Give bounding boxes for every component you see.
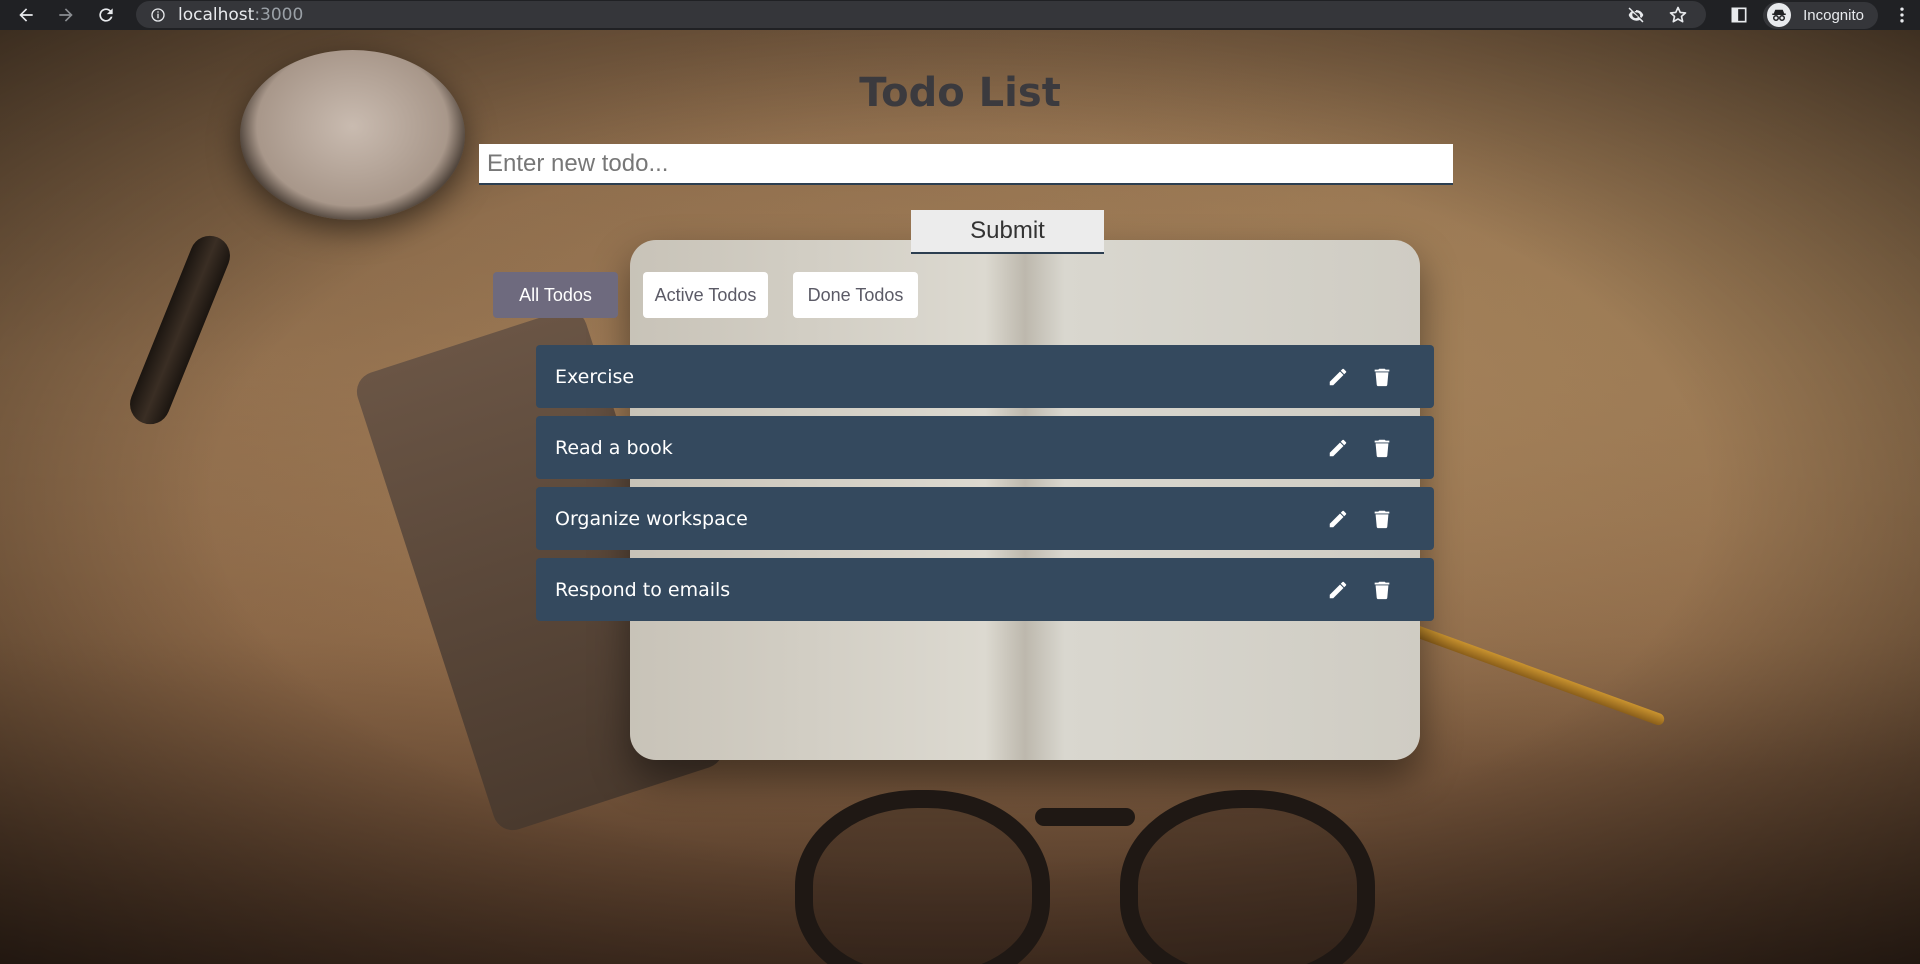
trash-icon [1374,439,1390,457]
todo-actions [1326,507,1394,531]
todo-text: Read a book [555,436,673,459]
edit-button[interactable] [1326,507,1350,531]
pencil-icon [1329,439,1347,456]
menu-dots-icon[interactable] [1892,5,1912,25]
arrow-left-icon [19,8,33,22]
edit-button[interactable] [1326,578,1350,602]
todo-text: Exercise [555,365,635,388]
filter-done-todos[interactable]: Done Todos [793,272,918,318]
star-icon[interactable] [1668,5,1688,25]
edit-button[interactable] [1326,365,1350,389]
url-host: localhost [178,4,255,25]
todo-actions [1326,365,1394,389]
pencil-icon [1329,368,1347,385]
reload-button[interactable] [92,1,120,29]
side-panel-icon[interactable] [1729,5,1749,25]
filter-all-todos[interactable]: All Todos [493,272,618,318]
pencil-icon [1329,510,1347,527]
arrow-right-icon [59,8,73,22]
filter-active-todos[interactable]: Active Todos [643,272,768,318]
todo-item[interactable]: Exercise [536,345,1434,408]
delete-button[interactable] [1370,507,1394,531]
info-icon [151,7,165,22]
browser-toolbar: localhost:3000 Incognito [0,0,1920,30]
back-button[interactable] [12,1,40,29]
edit-button[interactable] [1326,436,1350,460]
todo-item[interactable]: Respond to emails [536,558,1434,621]
pencil-icon [1329,581,1347,598]
profile-label: Incognito [1803,6,1864,24]
todo-item[interactable]: Read a book [536,416,1434,479]
delete-button[interactable] [1370,436,1394,460]
trash-icon [1374,581,1390,599]
delete-button[interactable] [1370,365,1394,389]
todo-list: Exercise Read a book Organize workspace … [536,345,1434,629]
reload-icon [99,8,113,22]
todo-item[interactable]: Organize workspace [536,487,1434,550]
forward-button[interactable] [52,1,80,29]
submit-button[interactable]: Submit [911,210,1104,254]
trash-icon [1374,368,1390,386]
todo-text: Respond to emails [555,578,731,601]
address-bar[interactable]: localhost:3000 [136,1,1706,28]
incognito-profile[interactable]: Incognito [1763,1,1878,29]
trash-icon [1374,510,1390,528]
todo-text: Organize workspace [555,507,748,530]
incognito-icon [1767,3,1792,27]
delete-button[interactable] [1370,578,1394,602]
url-port: :3000 [254,4,304,25]
eye-off-icon[interactable] [1626,5,1646,25]
todo-app: Todo List Submit All Todos Active Todos … [0,30,1920,964]
page-title: Todo List [859,70,1061,116]
todo-actions [1326,436,1394,460]
new-todo-input[interactable] [479,144,1453,185]
todo-actions [1326,578,1394,602]
filter-tabs: All Todos Active Todos Done Todos [493,272,918,318]
